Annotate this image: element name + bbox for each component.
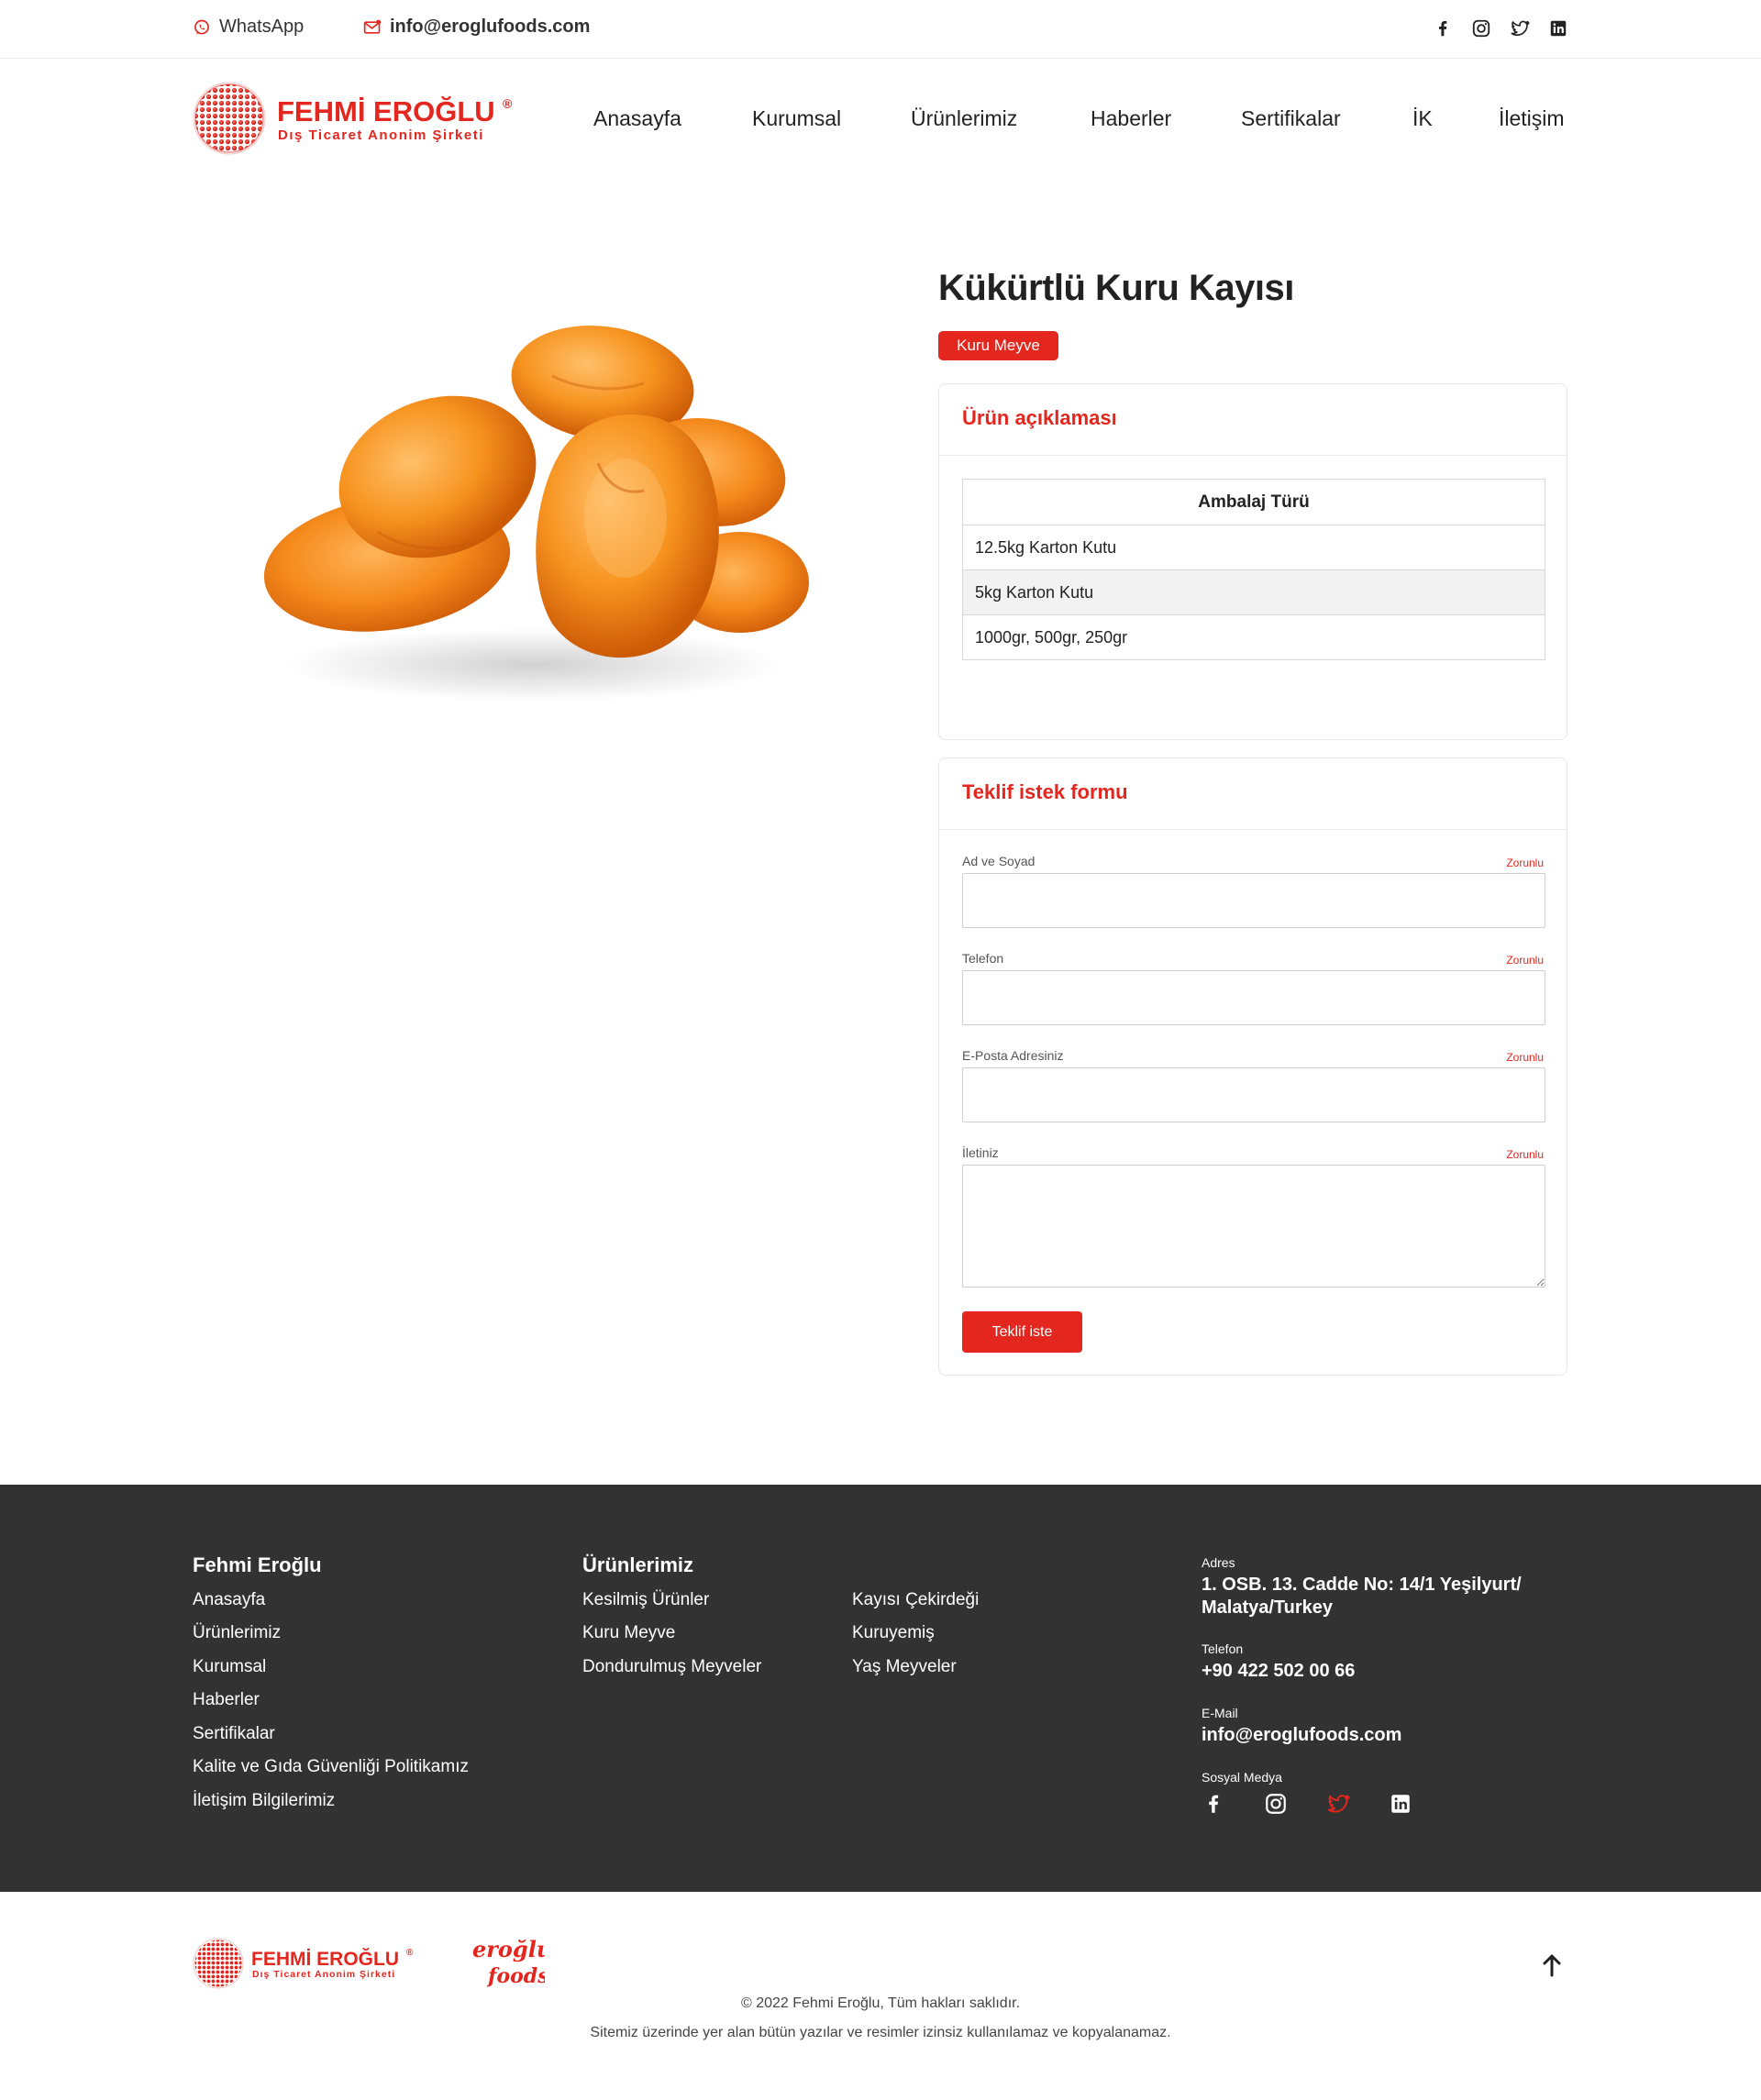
- name-label: Ad ve Soyad: [962, 854, 1036, 868]
- copyright-text: © 2022 Fehmi Eroğlu, Tüm hakları saklıdı…: [740, 1995, 1021, 2011]
- description-heading: Ürün açıklaması: [939, 384, 1567, 456]
- product-description-card: Ürün açıklaması Ambalaj Türü 12.5kg Kart…: [938, 383, 1567, 740]
- svg-text:Dış Ticaret Anonim Şirketi: Dış Ticaret Anonim Şirketi: [278, 127, 484, 143]
- instagram-icon[interactable]: [1471, 18, 1491, 39]
- footer-product-link[interactable]: Yaş Meyveler: [852, 1657, 957, 1677]
- svg-text:®: ®: [406, 1948, 414, 1958]
- nav-item-haberler[interactable]: Haberler: [1091, 106, 1171, 131]
- footer-product-link[interactable]: Kuru Meyve: [582, 1623, 675, 1643]
- email-icon: [363, 19, 382, 34]
- nav-item-kurumsal[interactable]: Kurumsal: [752, 106, 841, 131]
- phone-input[interactable]: [962, 970, 1545, 1025]
- footer-company-heading: Fehmi Eroğlu: [193, 1553, 322, 1576]
- phone-value[interactable]: +90 422 502 00 66: [1202, 1660, 1355, 1683]
- phone-label: Telefon: [962, 951, 1004, 966]
- category-badge[interactable]: Kuru Meyve: [938, 331, 1058, 360]
- nav-item-ik[interactable]: İK: [1412, 106, 1433, 131]
- email-label: E-Mail: [1202, 1706, 1238, 1720]
- svg-text:eroğlu: eroğlu: [472, 1936, 545, 1962]
- footer-link[interactable]: Kurumsal: [193, 1657, 266, 1677]
- email-input[interactable]: [962, 1067, 1545, 1122]
- footer-product-link[interactable]: Kuruyemiş: [852, 1623, 935, 1643]
- whatsapp-link[interactable]: WhatsApp: [193, 17, 304, 38]
- nav-item-urunlerimiz[interactable]: Ürünlerimiz: [911, 106, 1017, 131]
- footer-link[interactable]: Sertifikalar: [193, 1724, 275, 1744]
- nav-item-sertifikalar[interactable]: Sertifikalar: [1241, 106, 1341, 131]
- footer-link[interactable]: Haberler: [193, 1690, 260, 1710]
- copyright-notice: Sitemiz üzerinde yer alan bütün yazılar …: [590, 2025, 1171, 2040]
- email-label: E-Posta Adresiniz: [962, 1048, 1064, 1063]
- email-value[interactable]: info@eroglufoods.com: [1202, 1724, 1401, 1747]
- required-label: Zorunlu: [1506, 1051, 1544, 1064]
- footer-link[interactable]: Kalite ve Gıda Güvenliği Politikamız: [193, 1757, 469, 1777]
- footer-product-link[interactable]: Dondurulmuş Meyveler: [582, 1657, 761, 1677]
- eroglu-foods-logo[interactable]: eroğlu foods: [471, 1931, 552, 1990]
- site-footer: [0, 1485, 1761, 1892]
- table-header: Ambalaj Türü: [1198, 492, 1310, 512]
- required-label: Zorunlu: [1506, 954, 1544, 967]
- packaging-table: Ambalaj Türü 12.5kg Karton Kutu 5kg Kart…: [962, 479, 1545, 660]
- footer-link[interactable]: Ürünlerimiz: [193, 1623, 281, 1643]
- email-link[interactable]: info@eroglufoods.com: [363, 17, 590, 38]
- message-label: İletiniz: [962, 1145, 999, 1160]
- phone-label: Telefon: [1202, 1641, 1244, 1656]
- linkedin-icon[interactable]: [1389, 1792, 1412, 1816]
- footer-link[interactable]: İletişim Bilgilerimiz: [193, 1791, 335, 1811]
- topbar-social: [1433, 18, 1568, 39]
- table-row: 1000gr, 500gr, 250gr: [963, 614, 1545, 659]
- product-title: Kükürtlü Kuru Kayısı: [938, 268, 1294, 308]
- footer-link[interactable]: Anasayfa: [193, 1590, 265, 1610]
- email-label: info@eroglufoods.com: [390, 17, 591, 37]
- required-label: Zorunlu: [1506, 857, 1544, 869]
- form-heading: Teklif istek formu: [939, 758, 1567, 830]
- footer-products-heading: Ürünlerimiz: [582, 1553, 694, 1576]
- submit-button[interactable]: Teklif iste: [962, 1311, 1082, 1353]
- svg-text:®: ®: [503, 96, 513, 111]
- whatsapp-label: WhatsApp: [219, 17, 305, 37]
- scroll-to-top-button[interactable]: [1541, 1953, 1563, 1977]
- required-label: Zorunlu: [1506, 1148, 1544, 1161]
- svg-text:FEHMİ EROĞLU: FEHMİ EROĞLU: [277, 95, 495, 127]
- instagram-icon[interactable]: [1264, 1792, 1288, 1816]
- svg-text:foods: foods: [486, 1964, 545, 1988]
- nav-item-anasayfa[interactable]: Anasayfa: [593, 106, 681, 131]
- address-label: Adres: [1202, 1555, 1235, 1570]
- svg-text:FEHMİ EROĞLU: FEHMİ EROĞLU: [251, 1948, 399, 1970]
- twitter-icon[interactable]: [1510, 18, 1530, 39]
- table-row: 5kg Karton Kutu: [963, 569, 1545, 614]
- footer-social: [1202, 1792, 1412, 1816]
- quote-request-form: Teklif istek formu Ad ve Soyad Zorunlu T…: [938, 757, 1567, 1376]
- twitter-icon[interactable]: [1326, 1792, 1350, 1816]
- table-row: 12.5kg Karton Kutu: [963, 525, 1545, 569]
- footer-product-link[interactable]: Kesilmiş Ürünler: [582, 1590, 709, 1610]
- whatsapp-icon: [194, 19, 209, 34]
- footer-brand-logo[interactable]: FEHMİ EROĞLU ® Dış Ticaret Anonim Şirket…: [193, 1938, 417, 1989]
- facebook-icon[interactable]: [1202, 1792, 1225, 1816]
- message-textarea[interactable]: [962, 1165, 1545, 1288]
- social-label: Sosyal Medya: [1202, 1770, 1282, 1785]
- linkedin-icon[interactable]: [1548, 18, 1568, 39]
- arrow-up-icon: [1543, 1954, 1561, 1977]
- top-bar: WhatsApp info@eroglufoods.com: [0, 0, 1761, 59]
- nav-item-iletisim[interactable]: İletişim: [1499, 106, 1565, 131]
- brand-logo[interactable]: FEHMİ EROĞLU ® Dış Ticaret Anonim Şirket…: [193, 81, 523, 158]
- address-value: 1. OSB. 13. Cadde No: 14/1 Yeşilyurt/ Ma…: [1202, 1575, 1522, 1618]
- name-input[interactable]: [962, 873, 1545, 928]
- svg-text:Dış Ticaret Anonim Şirketi: Dış Ticaret Anonim Şirketi: [252, 1969, 395, 1980]
- product-image: [240, 303, 827, 706]
- footer-product-link[interactable]: Kayısı Çekirdeği: [852, 1590, 979, 1610]
- facebook-icon[interactable]: [1433, 18, 1453, 39]
